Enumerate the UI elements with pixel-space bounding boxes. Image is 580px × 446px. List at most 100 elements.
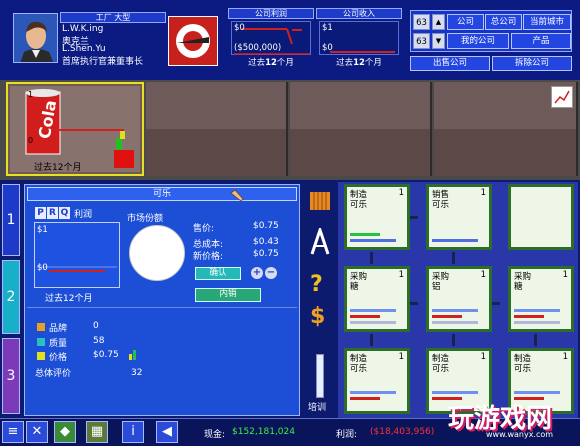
unit-cell[interactable]: 采购 1 糖 — [508, 266, 574, 332]
down-arrow-icon[interactable]: ▼ — [432, 33, 445, 49]
up-arrow-icon[interactable]: ▲ — [432, 14, 445, 30]
divider — [27, 307, 297, 308]
pointer-hand-icon[interactable] — [229, 187, 245, 203]
chart-caption: 过去12个月 — [45, 294, 93, 304]
unit-product: 可乐 — [350, 364, 368, 374]
report-books-icon[interactable] — [308, 188, 332, 212]
tab-p[interactable]: P — [35, 207, 46, 219]
unit-product: 铝 — [432, 282, 441, 292]
unit-product: 可乐 — [514, 364, 532, 374]
profit-caption: 过去12个月 — [248, 58, 294, 68]
total-cost-value: $0.43 — [253, 237, 279, 247]
factory-slot-selected[interactable]: Cola 1 0 过去12个月 — [6, 82, 144, 176]
slot-floor: Cola 1 0 过去12个月 — [10, 86, 140, 173]
training-label[interactable]: 培训 — [308, 400, 326, 413]
company-count-2: 63 — [413, 33, 430, 49]
unit-cell-empty[interactable] — [508, 184, 574, 250]
unit-bar — [432, 321, 478, 324]
my-company-button[interactable]: 我的公司 — [447, 33, 509, 49]
unit-level: 1 — [562, 352, 568, 362]
factory-slot-3[interactable] — [290, 82, 432, 176]
unit-cell[interactable]: 采购 1 糖 — [344, 266, 410, 332]
profit-top-value: $0 — [234, 23, 245, 33]
unit-level: 1 — [398, 270, 404, 280]
info-icon[interactable]: i — [122, 421, 144, 443]
slot-top-value: 1 — [28, 90, 34, 99]
ceo-portrait[interactable] — [13, 13, 58, 63]
company-title-strip: 工厂 大型 — [60, 12, 166, 23]
company-profit-box[interactable]: 公司利润 $0 ($500,000) 过去12个月 — [228, 8, 314, 70]
price-attr-value: $0.75 — [93, 350, 119, 360]
income-caption: 过去12个月 — [336, 58, 382, 68]
back-icon[interactable]: ◀ — [156, 421, 178, 443]
unit-level: 1 — [398, 352, 404, 362]
unit-cell[interactable]: 制造 1 可乐 — [344, 184, 410, 250]
profit-mini-chart: $0 ($500,000) — [231, 21, 311, 55]
company-income-box[interactable]: 公司收入 $1 $0 过去12个月 — [316, 8, 402, 70]
head-company-button[interactable]: 总公司 — [485, 14, 522, 30]
current-city-button[interactable]: 当前城市 — [523, 14, 571, 30]
brand-value: 0 — [93, 321, 99, 331]
unit-bar — [350, 321, 396, 324]
navigation-panel: 63 ▲ 公司 总公司 当前城市 63 ▼ 我的公司 产品 — [410, 10, 572, 52]
brand-label: 品牌 — [49, 324, 68, 334]
dismantle-company-button[interactable]: 拆除公司 — [492, 56, 572, 71]
unit-level: 1 — [480, 188, 486, 198]
side-tab-2[interactable]: 2 — [2, 260, 20, 334]
domestic-sales-button[interactable]: 内销 — [195, 288, 261, 302]
quality-swatch — [37, 338, 45, 346]
research-icon[interactable] — [308, 225, 332, 256]
chart-icon[interactable] — [551, 86, 573, 108]
side-tabs: 1 2 3 — [0, 182, 22, 418]
overall-rating-value: 32 — [131, 368, 143, 378]
unit-grid: 制造 1 可乐 销售 1 可乐 采购 1 糖 采购 1 铝 采购 1 糖 制造 — [338, 182, 578, 418]
cash-value: $152,181,024 — [232, 427, 295, 437]
income-top-value: $1 — [322, 23, 333, 33]
unit-product: 可乐 — [350, 200, 368, 210]
factory-slot-2[interactable] — [146, 82, 288, 176]
unit-cell[interactable]: 采购 1 铝 — [426, 266, 492, 332]
unit-product: 可乐 — [432, 200, 450, 210]
unit-bar — [514, 315, 544, 318]
price-value: $0.75 — [253, 221, 279, 231]
tab-r[interactable]: R — [47, 207, 58, 219]
income-box-title: 公司收入 — [316, 8, 402, 19]
plus-button[interactable]: + — [251, 267, 263, 279]
minus-button[interactable]: − — [265, 267, 277, 279]
unit-product: 糖 — [350, 282, 359, 292]
unit-level: 1 — [480, 352, 486, 362]
unit-bar — [432, 309, 478, 312]
tool-column: ? $ 培训 — [304, 184, 336, 416]
confirm-button[interactable]: 确认 — [195, 267, 241, 280]
player-name: L.W.K.ing — [62, 24, 104, 34]
sell-company-button[interactable]: 出售公司 — [410, 56, 490, 71]
product-button[interactable]: 产品 — [511, 33, 571, 49]
factory-view-strip: Cola 1 0 过去12个月 — [0, 80, 580, 180]
unit-cell[interactable]: 制造 1 可乐 — [344, 348, 410, 414]
company-button[interactable]: 公司 — [447, 14, 484, 30]
unit-bar — [514, 391, 560, 394]
unit-cell[interactable]: 销售 1 可乐 — [426, 184, 492, 250]
menu-icon[interactable]: ≡ — [2, 421, 24, 443]
city-view-icon[interactable]: ▦ — [86, 421, 108, 443]
training-slider[interactable] — [316, 354, 324, 398]
product-panel-title: 可乐 — [27, 187, 297, 201]
finance-dollar-icon[interactable]: $ — [310, 304, 325, 329]
market-share-pie — [129, 225, 185, 281]
brand-swatch — [37, 323, 45, 331]
unit-bar — [350, 309, 396, 312]
unit-bar — [350, 239, 396, 242]
tab-q[interactable]: Q — [59, 207, 70, 219]
income-mini-chart: $1 $0 — [319, 21, 399, 55]
map-icon[interactable]: ◆ — [54, 421, 76, 443]
profit-box-title: 公司利润 — [228, 8, 314, 19]
help-question-icon[interactable]: ? — [310, 272, 323, 297]
side-tab-1[interactable]: 1 — [2, 184, 20, 256]
tools-icon[interactable]: ✕ — [26, 421, 48, 443]
side-tab-3[interactable]: 3 — [2, 338, 20, 414]
connector — [452, 334, 455, 346]
company-logo[interactable] — [168, 16, 218, 66]
product-panel: 可乐 P R Q 利润 市场份额 售价: $0.75 总成本: $0.43 新价… — [24, 184, 300, 416]
unit-bar — [350, 315, 380, 318]
unit-level: 1 — [398, 188, 404, 198]
